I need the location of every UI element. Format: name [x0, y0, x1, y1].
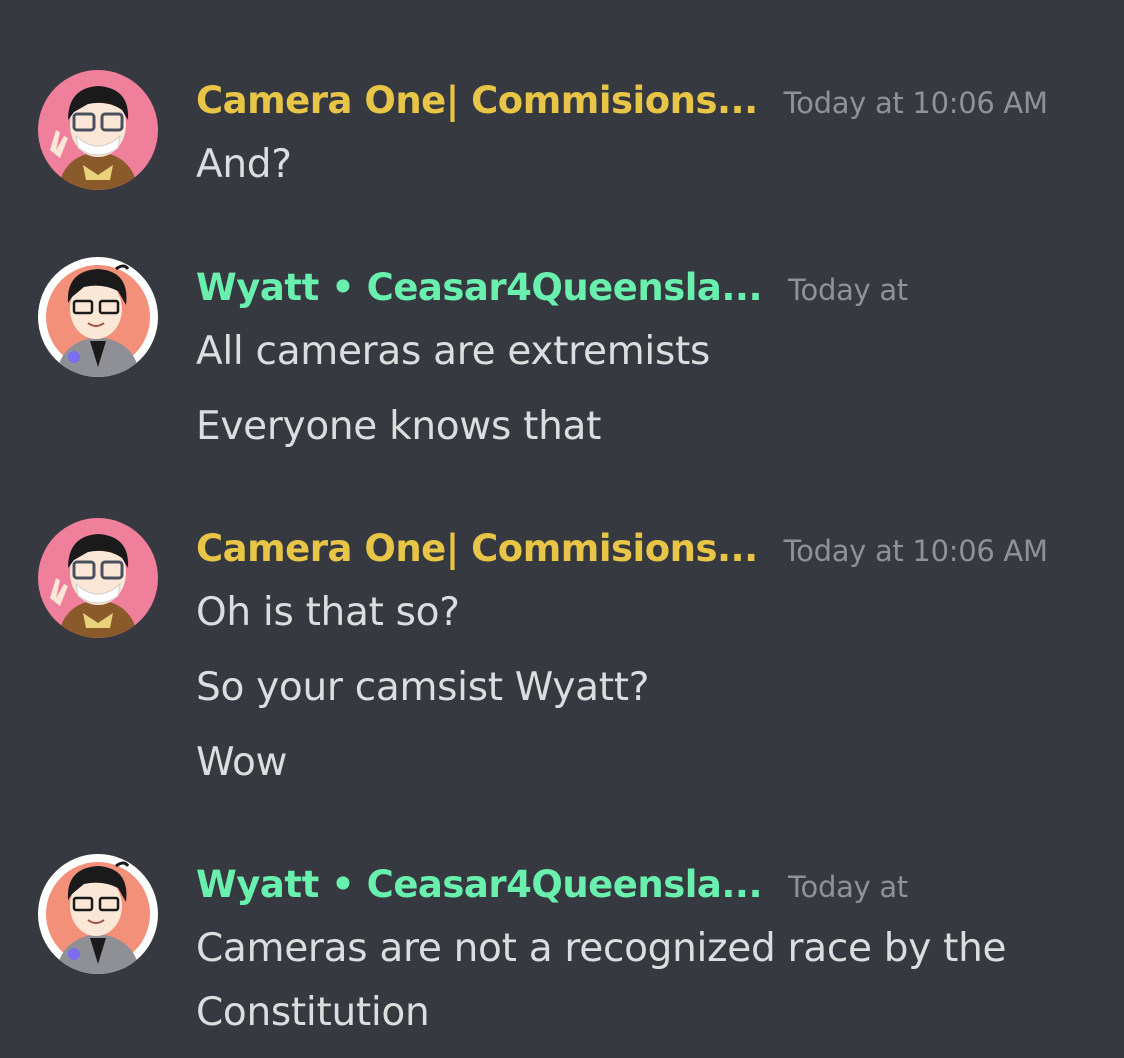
- message-text: Oh is that so?: [196, 590, 460, 635]
- avatar[interactable]: [38, 70, 158, 190]
- message-header: Camera One| Commisions... Today at 10:06 …: [196, 76, 1048, 126]
- message-header: Wyatt • Ceasar4Queensla... Today at: [196, 263, 908, 313]
- avatar[interactable]: [38, 257, 158, 377]
- author-name[interactable]: Camera One| Commisions...: [196, 527, 758, 570]
- message-header: Wyatt • Ceasar4Queensla... Today at: [196, 860, 908, 910]
- author-name[interactable]: Wyatt • Ceasar4Queensla...: [196, 863, 763, 906]
- message-text: Everyone knows that: [196, 404, 602, 449]
- avatar[interactable]: [38, 518, 158, 638]
- timestamp: Today at: [788, 273, 908, 307]
- message-text: Wow: [196, 740, 288, 785]
- message-text: Constitution: [196, 990, 430, 1035]
- timestamp: Today at 10:06 AM: [783, 534, 1048, 568]
- timestamp: Today at: [788, 870, 908, 904]
- timestamp: Today at 10:06 AM: [783, 86, 1048, 120]
- message-text: And?: [196, 142, 292, 187]
- message-header: Camera One| Commisions... Today at 10:06 …: [196, 524, 1048, 574]
- message-text: Cameras are not a recognized race by the: [196, 926, 1007, 971]
- message-list[interactable]: Camera One| Commisions... Today at 10:06 …: [0, 0, 1124, 1058]
- author-name[interactable]: Camera One| Commisions...: [196, 79, 758, 122]
- message-text: So your camsist Wyatt?: [196, 665, 650, 710]
- author-name[interactable]: Wyatt • Ceasar4Queensla...: [196, 266, 763, 309]
- message-text: All cameras are extremists: [196, 329, 710, 374]
- avatar[interactable]: [38, 854, 158, 974]
